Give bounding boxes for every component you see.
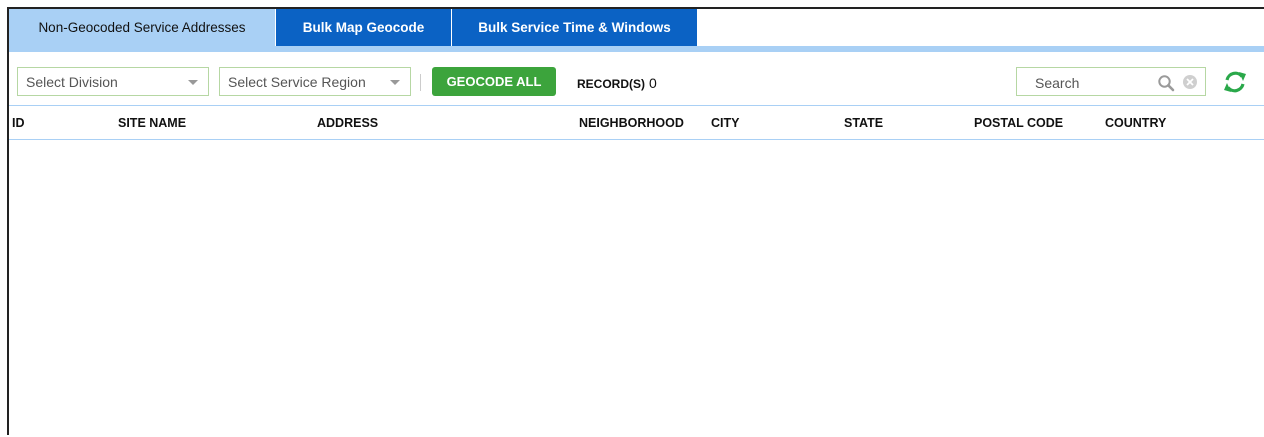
division-select-value: Select Division	[26, 73, 118, 90]
refresh-icon[interactable]	[1222, 69, 1248, 95]
column-header-country[interactable]: COUNTRY	[1105, 116, 1166, 130]
search-icon[interactable]	[1157, 74, 1175, 92]
clear-icon[interactable]	[1182, 74, 1198, 90]
toolbar-divider	[420, 74, 421, 91]
geocode-all-button[interactable]: GEOCODE ALL	[432, 67, 556, 96]
service-region-select[interactable]: Select Service Region	[219, 67, 411, 96]
column-header-site-name[interactable]: SITE NAME	[118, 116, 186, 130]
tab-bar: Non-Geocoded Service Addresses Bulk Map …	[9, 9, 1264, 46]
chevron-down-icon	[188, 80, 198, 85]
toolbar: Select Division Select Service Region GE…	[9, 65, 1264, 99]
tab-bulk-service-time-windows[interactable]: Bulk Service Time & Windows	[451, 9, 697, 46]
chevron-down-icon	[390, 80, 400, 85]
column-header-id[interactable]: ID	[12, 116, 25, 130]
table-body	[9, 140, 1264, 437]
column-header-postal-code[interactable]: POSTAL CODE	[974, 116, 1063, 130]
tab-bulk-map-geocode[interactable]: Bulk Map Geocode	[275, 9, 451, 46]
records-label: RECORD(S)	[577, 77, 645, 91]
column-header-address[interactable]: ADDRESS	[317, 116, 378, 130]
column-header-state[interactable]: STATE	[844, 116, 883, 130]
table-header: ID SITE NAME ADDRESS NEIGHBORHOOD CITY S…	[9, 105, 1264, 140]
search-box	[1016, 67, 1206, 97]
search-input[interactable]	[1017, 68, 1167, 97]
tab-non-geocoded-service-addresses[interactable]: Non-Geocoded Service Addresses	[9, 9, 275, 46]
app-frame: Non-Geocoded Service Addresses Bulk Map …	[7, 7, 1264, 435]
tab-strip	[9, 46, 1264, 52]
column-header-city[interactable]: CITY	[711, 116, 739, 130]
records-count: RECORD(S) 0	[577, 75, 657, 91]
records-value: 0	[649, 75, 657, 91]
column-header-neighborhood[interactable]: NEIGHBORHOOD	[579, 116, 684, 130]
division-select[interactable]: Select Division	[17, 67, 209, 96]
service-region-select-value: Select Service Region	[228, 73, 366, 90]
